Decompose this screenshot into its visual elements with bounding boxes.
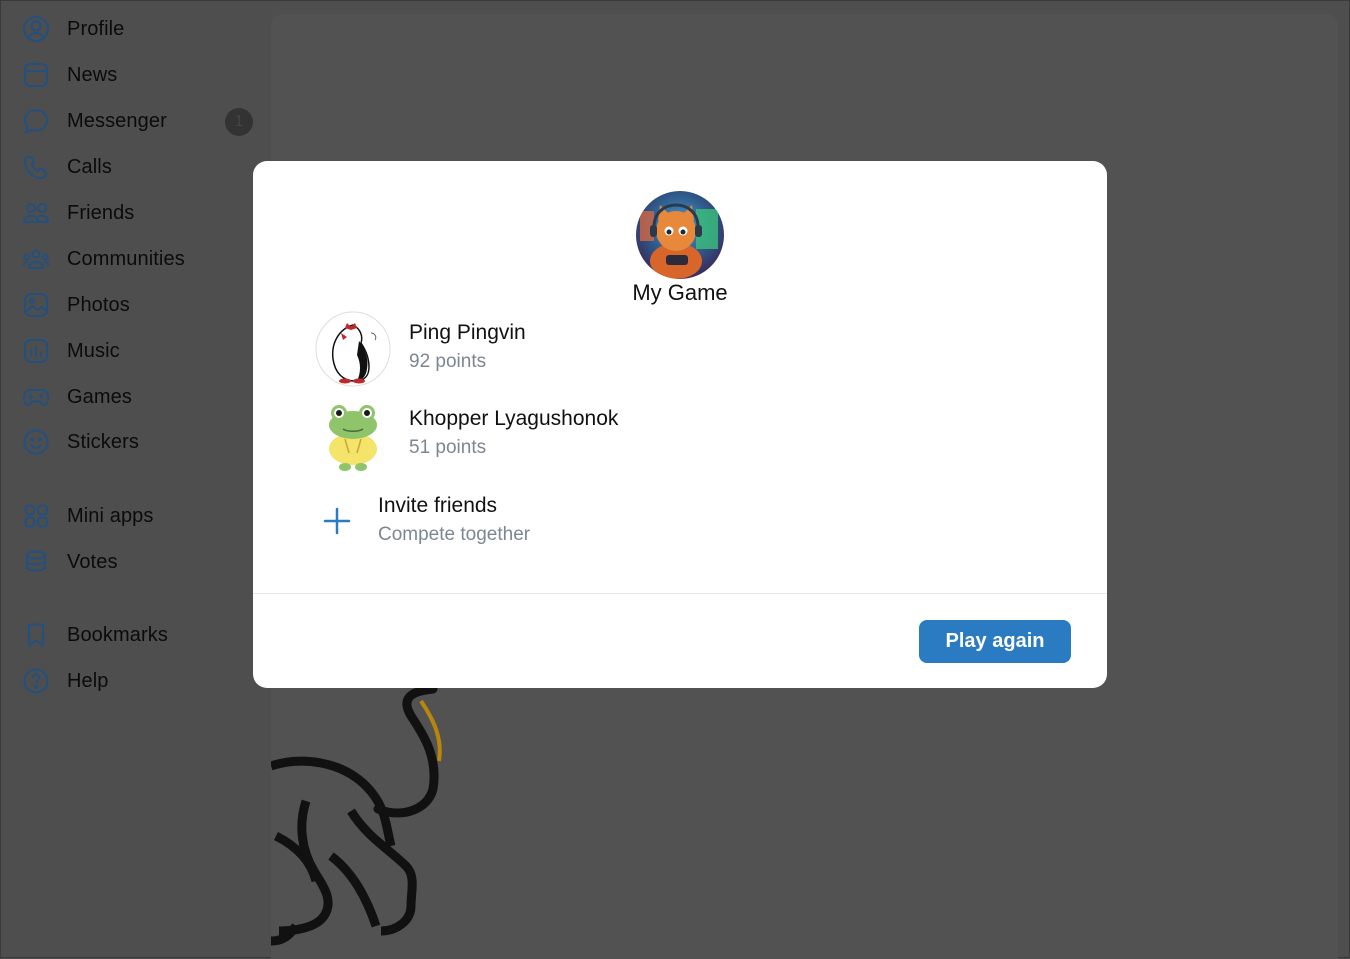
sidebar-item-label: News <box>67 63 118 86</box>
sidebar-item-help[interactable]: Help <box>21 661 261 701</box>
game-title: My Game <box>632 280 728 305</box>
plus-icon <box>319 503 355 539</box>
sidebar-item-friends[interactable]: Friends <box>21 193 261 233</box>
invite-title: Invite friends <box>378 494 498 517</box>
sidebar-item-label: Profile <box>67 17 125 40</box>
smile-icon <box>21 427 51 457</box>
sidebar-item-label: Games <box>67 385 132 408</box>
sidebar-item-label: Friends <box>67 201 135 224</box>
messenger-icon <box>21 106 51 136</box>
sidebar-item-label: Music <box>67 339 120 362</box>
play-again-button[interactable]: Play again <box>919 620 1071 663</box>
sidebar-item-label: Stickers <box>67 430 139 453</box>
sidebar-item-label: Photos <box>67 293 130 316</box>
sidebar: Profile News Messenger 1 Calls Friends C… <box>1 1 271 959</box>
sidebar-item-label: Communities <box>67 247 185 270</box>
modal-divider <box>253 593 1107 594</box>
communities-icon <box>21 244 51 274</box>
player-avatar <box>315 311 391 387</box>
sidebar-item-votes[interactable]: Votes <box>21 542 261 582</box>
sidebar-item-label: Bookmarks <box>67 623 168 646</box>
sidebar-item-calls[interactable]: Calls <box>21 147 261 187</box>
apps-grid-icon <box>21 501 51 531</box>
player-avatar <box>315 397 391 473</box>
music-icon <box>21 336 51 366</box>
gamepad-icon <box>21 382 51 412</box>
votes-icon <box>21 547 51 577</box>
help-icon <box>21 666 51 696</box>
unread-badge: 1 <box>225 108 253 136</box>
player-name: Khopper Lyagushonok <box>409 407 619 430</box>
game-results-modal: My Game Ping Pingvin 92 points Khopper L… <box>253 161 1107 688</box>
friends-icon <box>21 198 51 228</box>
news-icon <box>21 60 51 90</box>
player-points: 51 points <box>409 437 487 458</box>
sidebar-item-messenger[interactable]: Messenger 1 <box>21 101 261 141</box>
bookmark-icon <box>21 620 51 650</box>
player-points: 92 points <box>409 351 487 372</box>
sidebar-item-news[interactable]: News <box>21 55 261 95</box>
sidebar-item-label: Mini apps <box>67 504 154 527</box>
sidebar-item-label: Help <box>67 669 109 692</box>
sidebar-item-mini-apps[interactable]: Mini apps <box>21 496 261 536</box>
profile-icon <box>21 14 51 44</box>
invite-subtitle: Compete together <box>378 524 531 545</box>
game-avatar <box>636 191 724 279</box>
phone-icon <box>21 152 51 182</box>
sidebar-item-photos[interactable]: Photos <box>21 285 261 325</box>
sidebar-item-profile[interactable]: Profile <box>21 9 261 49</box>
invite-friends-row[interactable]: Invite friends Compete together <box>315 491 715 551</box>
sidebar-item-bookmarks[interactable]: Bookmarks <box>21 615 261 655</box>
sidebar-item-stickers[interactable]: Stickers <box>21 422 261 462</box>
leaderboard-row[interactable]: Ping Pingvin 92 points <box>315 311 1015 387</box>
leaderboard-row[interactable]: Khopper Lyagushonok 51 points <box>315 397 1015 473</box>
player-name: Ping Pingvin <box>409 321 526 344</box>
sidebar-item-label: Calls <box>67 155 112 178</box>
sidebar-item-games[interactable]: Games <box>21 377 261 417</box>
sidebar-item-label: Messenger <box>67 109 167 132</box>
sidebar-item-label: Votes <box>67 550 118 573</box>
sidebar-item-communities[interactable]: Communities <box>21 239 261 279</box>
background-game-artwork <box>271 684 442 946</box>
photos-icon <box>21 290 51 320</box>
app-window: Profile News Messenger 1 Calls Friends C… <box>0 0 1350 959</box>
sidebar-item-music[interactable]: Music <box>21 331 261 371</box>
